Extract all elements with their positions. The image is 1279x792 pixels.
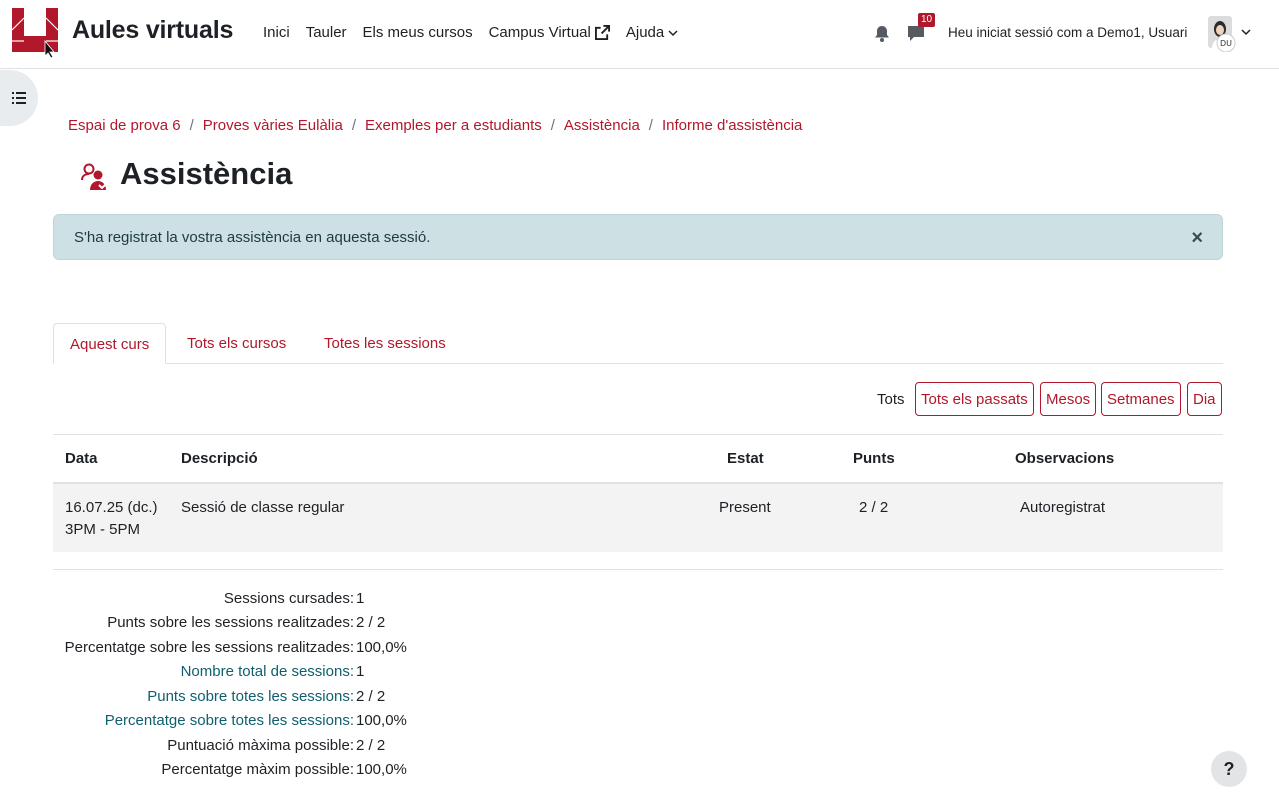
site-logo-icon[interactable] bbox=[12, 8, 60, 58]
nav-els-meus-cursos[interactable]: Els meus cursos bbox=[363, 24, 473, 41]
external-link-icon bbox=[594, 25, 610, 40]
table-bottom-border bbox=[53, 569, 1223, 570]
cell-points: 2 / 2 bbox=[859, 499, 889, 516]
filter-current-label: Tots bbox=[877, 391, 905, 408]
breadcrumb: Espai de prova 6 / Proves vàries Eulàlia /… bbox=[68, 117, 802, 134]
course-index-toggle[interactable] bbox=[0, 70, 38, 126]
breadcrumb-separator: / bbox=[351, 117, 356, 134]
column-header-observacions: Observacions bbox=[1015, 450, 1115, 467]
filter-dia-button[interactable]: Dia bbox=[1187, 382, 1222, 416]
summary-label: Punts sobre les sessions realitzades: bbox=[107, 614, 354, 631]
summary-label: Nombre total de sessions: bbox=[180, 663, 354, 680]
breadcrumb-separator: / bbox=[648, 117, 653, 134]
tab-tots-els-cursos[interactable]: Tots els cursos bbox=[171, 323, 302, 364]
summary-value: 1 bbox=[356, 663, 365, 680]
cell-observations: Autoregistrat bbox=[1020, 499, 1106, 516]
summary-row: Punts sobre les sessions realitzades: 2 … bbox=[0, 614, 460, 636]
summary-row: Puntuació màxima possible: 2 / 2 bbox=[0, 737, 460, 759]
column-header-estat: Estat bbox=[727, 450, 764, 467]
summary-value: 100,0% bbox=[356, 761, 407, 778]
nav-ajuda[interactable]: Ajuda bbox=[626, 24, 678, 41]
summary-value: 2 / 2 bbox=[356, 688, 386, 705]
summary-label: Puntuació màxima possible: bbox=[167, 737, 354, 754]
nav-tauler[interactable]: Tauler bbox=[306, 24, 347, 41]
primary-nav: Inici Tauler Els meus cursos Campus Virt… bbox=[263, 24, 694, 41]
filter-tots-els-passats-button[interactable]: Tots els passats bbox=[915, 382, 1034, 416]
login-info: Heu iniciat sessió com a Demo1, Usuari bbox=[948, 25, 1188, 40]
summary-label: Percentatge sobre totes les sessions: bbox=[104, 712, 354, 729]
summary-value: 2 / 2 bbox=[356, 737, 386, 754]
cell-date: 16.07.25 (dc.) bbox=[65, 499, 158, 516]
report-tabs: Aquest curs Tots els cursos Totes les se… bbox=[53, 323, 1223, 364]
filter-mesos-button[interactable]: Mesos bbox=[1040, 382, 1097, 416]
nav-label: Els meus cursos bbox=[362, 24, 473, 41]
cell-status: Present bbox=[719, 499, 771, 516]
cell-time: 3PM - 5PM bbox=[65, 521, 141, 538]
filter-setmanes-button[interactable]: Setmanes bbox=[1101, 382, 1181, 416]
summary-label: Punts sobre totes les sessions: bbox=[147, 688, 354, 705]
column-header-data: Data bbox=[65, 450, 98, 467]
summary-value: 2 / 2 bbox=[356, 614, 386, 631]
breadcrumb-item[interactable]: Assistència bbox=[564, 117, 640, 134]
tab-totes-les-sessions[interactable]: Totes les sessions bbox=[308, 323, 462, 364]
summary-value: 1 bbox=[356, 590, 365, 607]
user-avatar[interactable]: DU bbox=[1206, 16, 1236, 52]
nav-label: Inici bbox=[263, 24, 290, 41]
nav-label: Campus Virtual bbox=[488, 24, 591, 41]
cell-description: Sessió de classe regular bbox=[181, 499, 345, 516]
attendance-icon bbox=[81, 163, 109, 190]
breadcrumb-item[interactable]: Proves vàries Eulàlia bbox=[203, 117, 343, 134]
column-header-descripcio: Descripció bbox=[181, 450, 258, 467]
summary-row: Nombre total de sessions: 1 bbox=[0, 663, 460, 685]
close-icon[interactable]: × bbox=[1191, 228, 1203, 248]
breadcrumb-separator: / bbox=[189, 117, 194, 134]
summary-label: Percentatge sobre les sessions realitzad… bbox=[64, 639, 354, 656]
success-alert: S'ha registrat la vostra assistència en … bbox=[53, 214, 1223, 260]
summary-value: 100,0% bbox=[356, 712, 407, 729]
nav-campus-virtual[interactable]: Campus Virtual bbox=[489, 24, 610, 41]
chevron-down-icon bbox=[668, 29, 678, 36]
summary-value: 100,0% bbox=[356, 639, 407, 656]
nav-inici[interactable]: Inici bbox=[263, 24, 290, 41]
page-title: Assistència bbox=[120, 156, 293, 191]
summary-label: Sessions cursades: bbox=[223, 590, 354, 607]
breadcrumb-separator: / bbox=[550, 117, 555, 134]
message-count-badge: 10 bbox=[918, 13, 936, 27]
alert-message: S'ha registrat la vostra assistència en … bbox=[74, 229, 431, 246]
table-top-border bbox=[53, 434, 1223, 435]
summary-row: Punts sobre totes les sessions: 2 / 2 bbox=[0, 688, 460, 710]
nav-label: Tauler bbox=[305, 24, 347, 41]
breadcrumb-item[interactable]: Informe d'assistència bbox=[662, 117, 802, 134]
summary-label: Percentatge màxim possible: bbox=[161, 761, 354, 778]
breadcrumb-item[interactable]: Espai de prova 6 bbox=[68, 117, 181, 134]
summary-row: Percentatge màxim possible: 100,0% bbox=[0, 761, 460, 783]
summary-row: Sessions cursades: 1 bbox=[0, 590, 460, 612]
avatar-initials: DU bbox=[1220, 39, 1232, 48]
top-navbar: Aules virtuals Inici Tauler Els meus cur… bbox=[0, 0, 1279, 69]
notifications-bell-icon[interactable] bbox=[874, 25, 890, 42]
tab-aquest-curs[interactable]: Aquest curs bbox=[53, 323, 167, 364]
summary-row: Percentatge sobre totes les sessions: 10… bbox=[0, 712, 460, 734]
site-brand[interactable]: Aules virtuals bbox=[72, 16, 233, 45]
list-icon bbox=[12, 92, 26, 104]
summary-row: Percentatge sobre les sessions realitzad… bbox=[0, 639, 460, 661]
breadcrumb-item[interactable]: Exemples per a estudiants bbox=[365, 117, 542, 134]
nav-label: Ajuda bbox=[625, 24, 665, 41]
help-button[interactable]: ? bbox=[1211, 751, 1247, 787]
user-menu-chevron-icon[interactable] bbox=[1241, 28, 1251, 36]
column-header-punts: Punts bbox=[853, 450, 895, 467]
